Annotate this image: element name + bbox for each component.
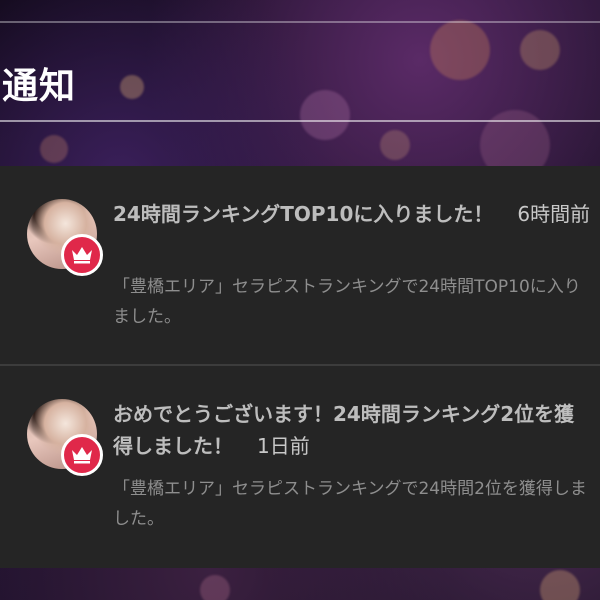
background-bokeh (430, 20, 490, 80)
notification-time: 1日前 (257, 434, 310, 458)
notification-item[interactable]: おめでとうございます！24時間ランキング2位を獲得しました！ 1日前 「豊橋エリア… (0, 366, 600, 568)
background-bokeh (540, 570, 580, 600)
notifications-screen: 通知 24時間ランキングTOP10に入りました！ 6時間前 「豊橋エリア」セラピス… (0, 0, 600, 600)
background-bokeh (200, 575, 230, 600)
notification-title-text: おめでとうございます！24時間ランキング2位を獲得しました！ (113, 402, 575, 458)
notification-item[interactable]: 24時間ランキングTOP10に入りました！ 6時間前 「豊橋エリア」セラピストラン… (0, 166, 600, 364)
crown-icon (61, 234, 103, 276)
notification-title: おめでとうございます！24時間ランキング2位を獲得しました！ 1日前 (113, 398, 593, 462)
notification-time: 6時間前 (517, 202, 591, 226)
notification-title-text: 24時間ランキングTOP10に入りました！ (113, 202, 494, 226)
page-title: 通知 (2, 66, 77, 107)
background-bokeh (300, 90, 350, 140)
title-divider (0, 120, 600, 122)
notification-title: 24時間ランキングTOP10に入りました！ 6時間前 (113, 198, 593, 230)
background-bokeh (120, 75, 144, 99)
background-bokeh (40, 135, 68, 163)
background-bokeh (520, 30, 560, 70)
notification-body: 「豊橋エリア」セラピストランキングで24時間TOP10に入りました。 (113, 277, 581, 327)
background-bokeh (380, 130, 410, 160)
top-divider (0, 21, 600, 23)
notification-list: 24時間ランキングTOP10に入りました！ 6時間前 「豊橋エリア」セラピストラン… (0, 166, 600, 568)
crown-icon (61, 434, 103, 476)
notification-body: 「豊橋エリア」セラピストランキングで24時間2位を獲得しました。 (113, 479, 587, 529)
